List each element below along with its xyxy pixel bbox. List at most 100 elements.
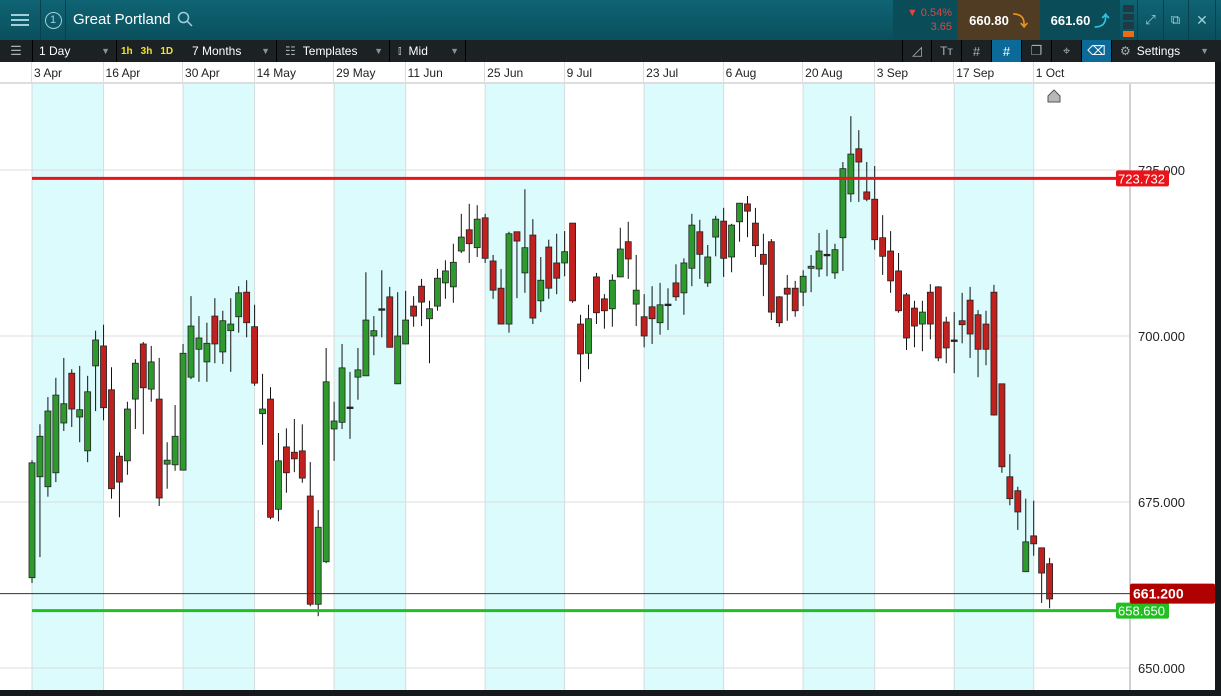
quick-interval-3h[interactable]: 3h (137, 46, 157, 57)
candle-body (688, 224, 696, 269)
trendline-tool[interactable]: ◿ (902, 40, 932, 62)
grid-toggle[interactable]: # (962, 40, 992, 62)
trendline-icon: ◿ (912, 43, 922, 58)
instrument-number: 1 (44, 11, 62, 29)
candle-body (823, 253, 831, 257)
candle (139, 341, 147, 435)
x-tick-label: 9 Jul (566, 66, 592, 80)
candle (322, 347, 330, 564)
candle-body (521, 247, 529, 274)
candle-body (672, 282, 680, 298)
candle-body (426, 308, 433, 320)
chevron-down-icon: ▼ (1200, 46, 1209, 56)
window-border (0, 690, 1221, 696)
candle-body (632, 289, 640, 305)
candle-body (227, 323, 235, 332)
instrument-number-badge[interactable]: 1 (41, 0, 66, 40)
candle-body (402, 319, 410, 345)
candle (744, 195, 751, 238)
menu-button[interactable] (0, 0, 41, 40)
candle (728, 223, 735, 273)
candle (505, 231, 513, 333)
date-separator (404, 62, 406, 82)
chevron-down-icon: ▼ (101, 46, 110, 56)
candle (616, 227, 624, 278)
chevron-down-icon: ▼ (450, 46, 459, 56)
candle (895, 253, 902, 313)
change-percent: 0.54% (920, 7, 952, 19)
search-button[interactable] (177, 11, 193, 31)
candle-body (116, 455, 123, 483)
candle-body (513, 231, 521, 242)
settings-label: Settings (1136, 44, 1181, 58)
candle-body (338, 367, 346, 423)
candle (426, 300, 433, 364)
text-tool[interactable]: Tт (932, 40, 962, 62)
candle-body (775, 296, 783, 324)
candle-body (752, 222, 759, 247)
quick-interval-1d[interactable]: 1D (156, 46, 177, 57)
candle-body (728, 224, 735, 258)
sliders-icon: ☷ (285, 44, 296, 58)
candle-body (497, 287, 505, 325)
candle (624, 221, 632, 279)
candle (155, 357, 163, 506)
candle-body (306, 495, 314, 605)
candle-body (354, 369, 362, 378)
candle (919, 300, 926, 352)
candle-body (108, 389, 115, 490)
y-tick-label: 650.000 (1138, 661, 1185, 676)
crosshair-toggle[interactable]: ⌖ (1052, 40, 1082, 62)
candle (585, 304, 592, 370)
candle-body (211, 315, 219, 345)
date-separator (873, 62, 875, 82)
candle (275, 432, 282, 522)
interval-dropdown[interactable]: 1 Day ▼ (33, 40, 117, 62)
chart-canvas[interactable]: 725.000700.000675.000650.000723.732658.6… (0, 84, 1215, 690)
candle-body (966, 299, 974, 335)
candle (163, 442, 171, 489)
candle-body (163, 459, 171, 465)
candle-body (640, 316, 648, 337)
y-tick-label: 675.000 (1138, 495, 1185, 510)
candlestick-chart[interactable]: 725.000700.000675.000650.000723.732658.6… (0, 84, 1215, 690)
candle-body (52, 394, 60, 474)
quick-interval-1h[interactable]: 1h (117, 46, 137, 57)
candles-icon: ⫾ (398, 44, 402, 57)
list-button[interactable]: ☰ (0, 40, 33, 62)
candle (259, 373, 266, 445)
x-tick-label: 16 Apr (105, 66, 141, 80)
close-button[interactable]: ✕ (1189, 0, 1216, 40)
candle-body (370, 330, 378, 337)
snap-toggle[interactable]: # (992, 40, 1022, 62)
candle (601, 294, 608, 329)
text-icon: Tт (940, 44, 953, 58)
menu-icon (11, 14, 29, 26)
shaded-band (32, 84, 104, 690)
candle-body (895, 270, 902, 312)
popout-button[interactable]: ⧉ (1163, 0, 1189, 40)
candle-body (124, 408, 131, 462)
templates-dropdown[interactable]: ☷ Templates ▼ (277, 40, 390, 62)
expand-button[interactable]: ⤢ (1137, 0, 1164, 40)
price-type-dropdown[interactable]: ⫾ Mid ▼ (390, 40, 466, 62)
x-tick-label: 14 May (256, 66, 296, 80)
candle-body (887, 250, 894, 282)
candle-body (259, 408, 266, 415)
candle-body (561, 251, 569, 264)
price-tag-toggle[interactable]: ⌫ (1082, 40, 1112, 62)
settings-dropdown[interactable]: ⚙ Settings ▼ (1112, 40, 1215, 62)
sell-button[interactable]: 660.80 ⤵ (957, 0, 1040, 40)
candle-body (616, 248, 624, 278)
candle (767, 239, 775, 321)
instrument-title[interactable]: Great Portland (73, 11, 171, 28)
down-triangle-icon: ▼ (906, 7, 921, 19)
layers-button[interactable]: ❐ (1022, 40, 1052, 62)
candle (593, 272, 600, 325)
x-tick-label: 6 Aug (725, 66, 757, 80)
crosshair-icon: ⌖ (1062, 43, 1071, 58)
candle (791, 280, 799, 317)
popout-icon: ⧉ (1170, 12, 1181, 27)
buy-button[interactable]: 661.60 ⤴ (1040, 0, 1120, 40)
range-dropdown[interactable]: 7 Months ▼ (187, 40, 277, 62)
